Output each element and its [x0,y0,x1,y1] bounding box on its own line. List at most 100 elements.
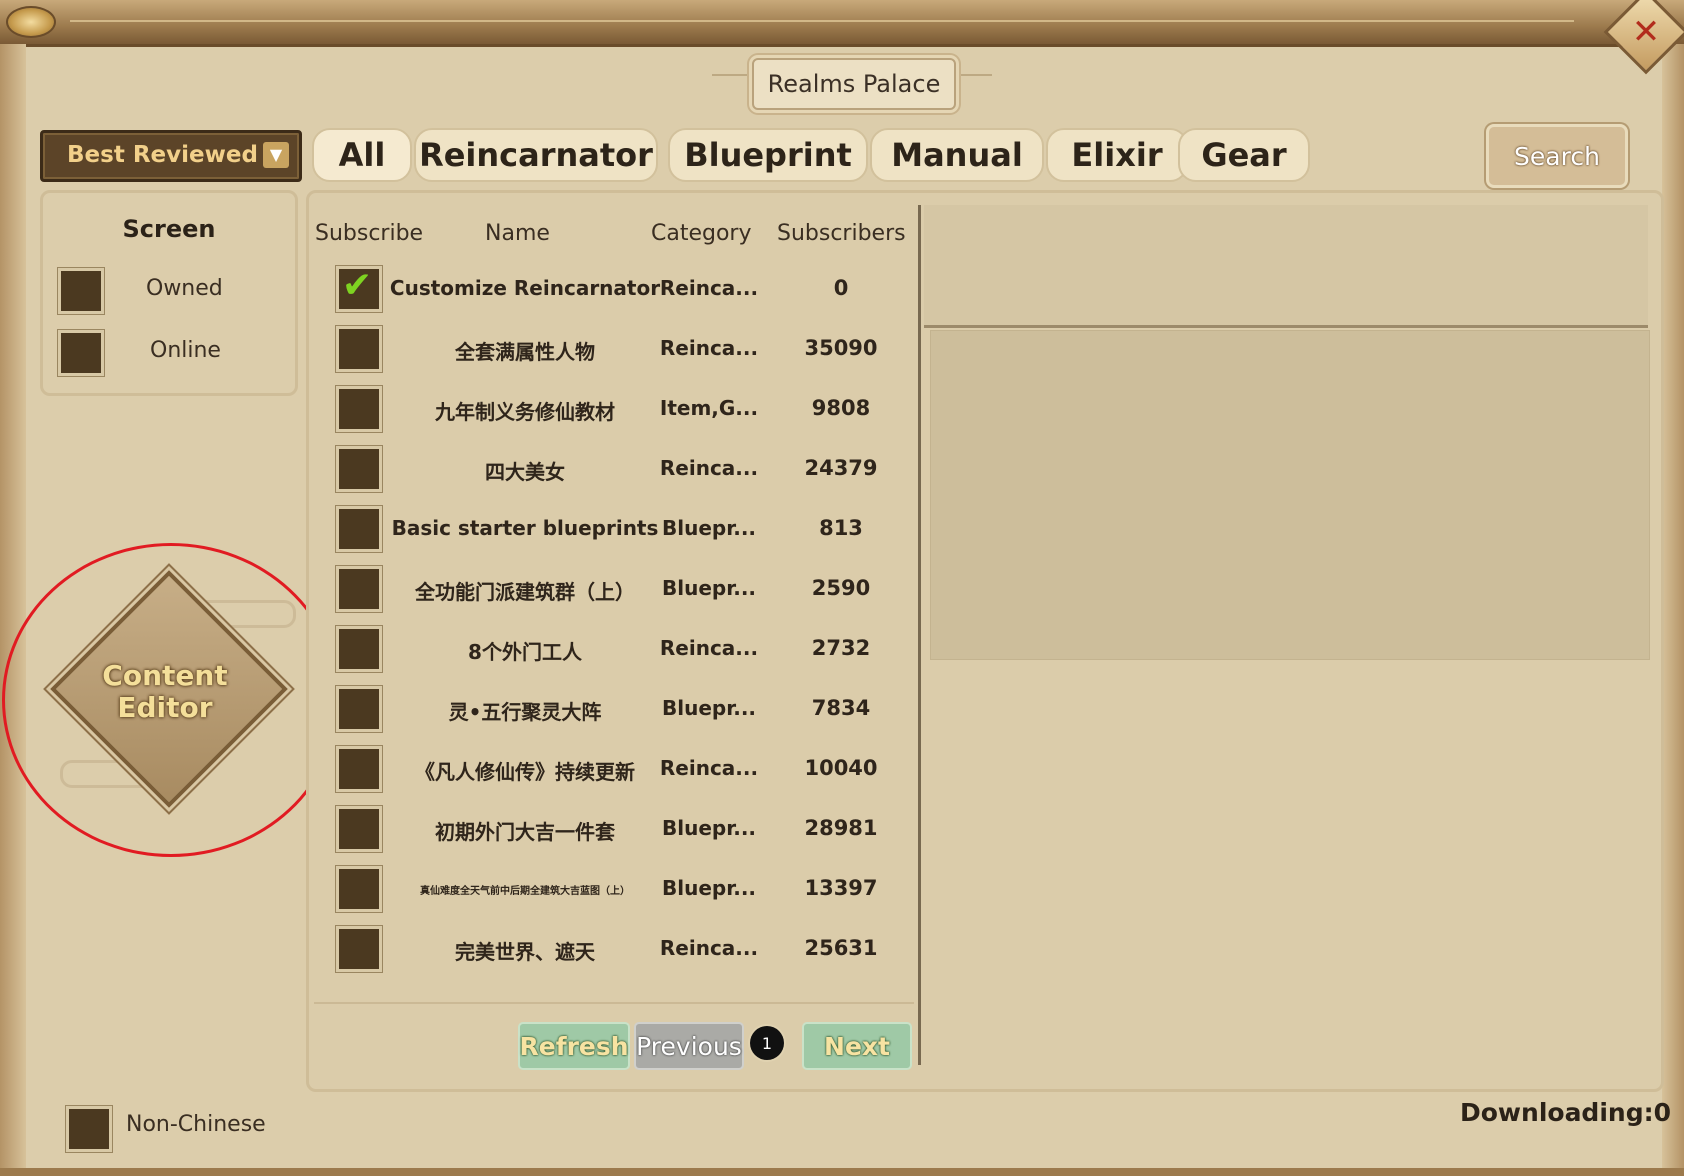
item-subscribers: 35090 [804,336,878,360]
tab-elixir[interactable]: Elixir [1046,128,1188,182]
item-name: 8个外门工人 [468,640,582,664]
item-name: Basic starter blueprints [391,516,659,540]
header-subscribers: Subscribers [777,221,906,246]
table-row[interactable]: 真仙难度全天气前中后期全建筑大吉蓝图（上） Bluepr... 13397 [310,860,910,918]
table-row[interactable]: 完美世界、遮天 Reinca... 25631 [310,920,910,978]
tab-blueprint[interactable]: Blueprint [668,128,868,182]
left-frame-border [0,44,26,1176]
subscribe-checkbox[interactable] [336,626,382,672]
item-name: 灵•五行聚灵大阵 [448,700,602,724]
subscribe-checkbox[interactable] [336,506,382,552]
subscribe-checkbox[interactable] [336,806,382,852]
owned-checkbox[interactable] [58,268,104,314]
item-subscribers: 7834 [811,696,871,720]
non-chinese-checkbox[interactable] [66,1106,112,1152]
close-icon: ✕ [1631,12,1661,52]
item-subscribers: 813 [819,516,863,540]
item-category: Bluepr... [661,576,757,600]
table-row[interactable]: Basic starter blueprints Bluepr... 813 [310,500,910,558]
table-row[interactable]: 全功能门派建筑群（上） Bluepr... 2590 [310,560,910,618]
list-preview-divider [918,205,921,1065]
subscribe-checkbox[interactable] [336,746,382,792]
online-checkbox[interactable] [58,330,104,376]
tab-reincarnator[interactable]: Reincarnator [414,128,658,182]
item-name: 全套满属性人物 [455,340,595,364]
header-category: Category [651,221,752,246]
tab-manual[interactable]: Manual [870,128,1044,182]
right-frame-border [1662,44,1684,1176]
screen-filter-title: Screen [122,215,216,243]
item-name: 完美世界、遮天 [455,940,595,964]
item-name: 初期外门大吉一件套 [435,820,615,844]
subscribe-checkbox[interactable] [336,866,382,912]
item-name: 全功能门派建筑群（上） [415,580,635,604]
subscribe-checkbox[interactable] [336,265,382,312]
item-subscribers: 2732 [811,636,871,660]
item-category: Item,G... [659,396,759,420]
tab-gear[interactable]: Gear [1178,128,1310,182]
sort-dropdown-value: Best Reviewed [67,142,258,168]
previous-button[interactable]: Previous [634,1022,744,1070]
item-subscribers: 10040 [804,756,878,780]
item-category: Reinca... [659,456,759,480]
item-category: Bluepr... [661,876,757,900]
subscribe-checkbox[interactable] [336,566,382,612]
header-subscribe: Subscribe [315,221,424,246]
item-category: Reinca... [659,636,759,660]
item-category: Bluepr... [661,696,757,720]
downloading-status: Downloading:0 [1460,1098,1671,1127]
page-number-badge: 1 [750,1026,784,1060]
item-subscribers: 24379 [804,456,878,480]
chevron-down-icon: ▼ [263,142,289,168]
online-label: Online [150,338,221,363]
item-category: Reinca... [659,936,759,960]
header-name: Name [485,221,550,246]
table-row[interactable]: 灵•五行聚灵大阵 Bluepr... 7834 [310,680,910,738]
tab-all[interactable]: All [312,128,412,182]
title-ornament-right [952,74,992,90]
next-button[interactable]: Next [802,1022,912,1070]
ornament-orb-icon [6,6,56,38]
bottom-frame-border [0,1168,1684,1176]
item-name: Customize Reincarnator [389,276,661,300]
title-ornament-left [712,74,752,90]
subscribe-checkbox[interactable] [336,326,382,372]
list-divider [314,1002,914,1004]
item-subscribers: 2590 [811,576,871,600]
item-name: 真仙难度全天气前中后期全建筑大吉蓝图（上） [420,886,630,897]
item-subscribers: 0 [833,276,849,300]
subscribe-checkbox[interactable] [336,446,382,492]
search-button[interactable]: Search [1486,124,1628,188]
item-category: Reinca... [659,276,759,300]
page-title: Realms Palace [752,58,956,110]
item-subscribers: 9808 [811,396,871,420]
item-name: 《凡人修仙传》持续更新 [415,760,635,784]
item-name: 九年制义务修仙教材 [435,400,615,424]
table-row[interactable]: 初期外门大吉一件套 Bluepr... 28981 [310,800,910,858]
item-category: Bluepr... [661,816,757,840]
item-subscribers: 28981 [804,816,878,840]
preview-image [930,330,1650,660]
refresh-button[interactable]: Refresh [518,1022,630,1070]
subscribe-checkbox[interactable] [336,926,382,972]
item-subscribers: 25631 [804,936,878,960]
table-row[interactable]: 九年制义务修仙教材 Item,G... 9808 [310,380,910,438]
title-bar-ornament-line [70,20,1574,22]
table-row[interactable]: 四大美女 Reinca... 24379 [310,440,910,498]
item-category: Reinca... [659,756,759,780]
table-row[interactable]: Customize Reincarnator Reinca... 0 [310,260,910,318]
owned-label: Owned [146,276,223,301]
preview-header-area [924,205,1648,328]
item-subscribers: 13397 [804,876,878,900]
window-title-bar [0,0,1684,47]
subscribe-checkbox[interactable] [336,686,382,732]
table-row[interactable]: 全套满属性人物 Reinca... 35090 [310,320,910,378]
highlight-annotation-circle [2,543,340,857]
item-name: 四大美女 [485,460,565,484]
subscribe-checkbox[interactable] [336,386,382,432]
table-row[interactable]: 《凡人修仙传》持续更新 Reinca... 10040 [310,740,910,798]
non-chinese-label: Non-Chinese [126,1112,266,1137]
sort-dropdown[interactable]: Best Reviewed ▼ [40,130,302,182]
table-row[interactable]: 8个外门工人 Reinca... 2732 [310,620,910,678]
item-category: Reinca... [659,336,759,360]
